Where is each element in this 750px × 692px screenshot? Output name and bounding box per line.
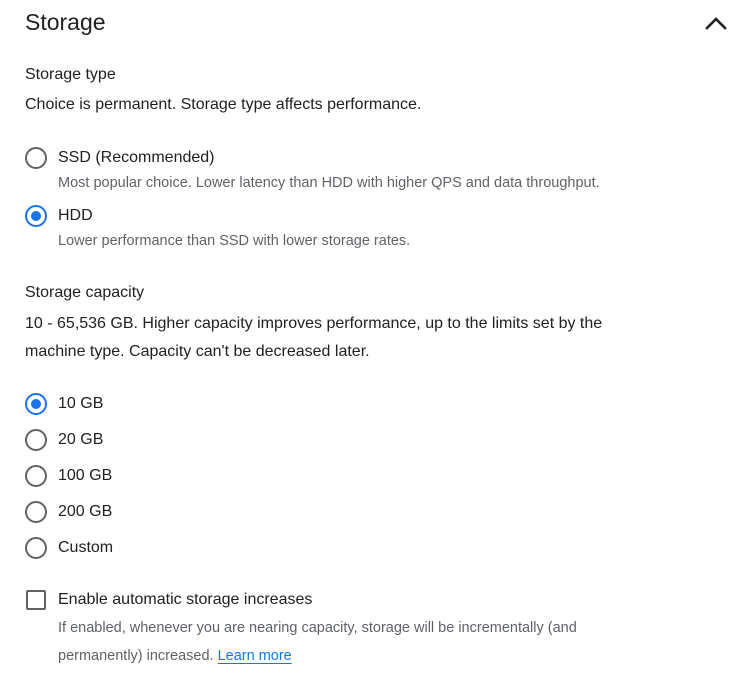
radio-ssd-label[interactable]: SSD (Recommended) xyxy=(58,148,215,168)
radio-10gb-label[interactable]: 10 GB xyxy=(58,394,103,414)
radio-selected-dot xyxy=(31,211,41,221)
collapse-section-button[interactable] xyxy=(700,8,732,38)
storage-type-heading: Storage type xyxy=(25,66,116,83)
radio-10gb[interactable] xyxy=(25,393,47,415)
radio-20gb-label[interactable]: 20 GB xyxy=(58,430,103,450)
auto-increase-checkbox[interactable] xyxy=(26,590,46,610)
storage-capacity-description-line1: 10 - 65,536 GB. Higher capacity improves… xyxy=(25,315,603,332)
radio-custom[interactable] xyxy=(25,537,47,559)
auto-increase-help-line1: If enabled, whenever you are nearing cap… xyxy=(58,620,577,636)
radio-20gb[interactable] xyxy=(25,429,47,451)
learn-more-link[interactable]: Learn more xyxy=(218,648,292,664)
radio-200gb-label[interactable]: 200 GB xyxy=(58,502,112,522)
auto-increase-label[interactable]: Enable automatic storage increases xyxy=(58,590,312,610)
storage-capacity-description-line2: machine type. Capacity can't be decrease… xyxy=(25,343,370,360)
radio-hdd-label[interactable]: HDD xyxy=(58,206,93,226)
section-title: Storage xyxy=(25,9,106,35)
radio-hdd[interactable] xyxy=(25,205,47,227)
radio-ssd[interactable] xyxy=(25,147,47,169)
radio-100gb-label[interactable]: 100 GB xyxy=(58,466,112,486)
storage-capacity-heading: Storage capacity xyxy=(25,284,145,301)
storage-type-description: Choice is permanent. Storage type affect… xyxy=(25,96,422,113)
auto-increase-help-line2: permanently) increased. Learn more xyxy=(58,644,292,668)
radio-custom-label[interactable]: Custom xyxy=(58,538,113,558)
radio-100gb[interactable] xyxy=(25,465,47,487)
chevron-up-icon xyxy=(705,17,727,30)
auto-increase-help-text: permanently) increased. xyxy=(58,648,214,664)
radio-hdd-help: Lower performance than SSD with lower st… xyxy=(58,233,411,249)
radio-selected-dot xyxy=(31,399,41,409)
radio-200gb[interactable] xyxy=(25,501,47,523)
radio-ssd-help: Most popular choice. Lower latency than … xyxy=(58,175,600,191)
